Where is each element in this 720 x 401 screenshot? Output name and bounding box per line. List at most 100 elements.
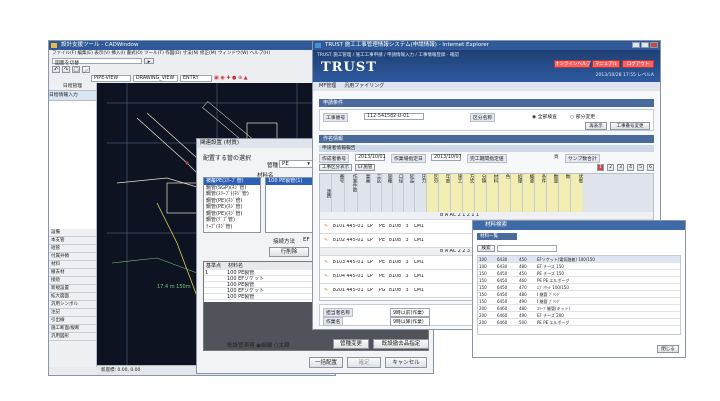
popup-row[interactable]: 150 6450 460 PE PE エルボーグ: [478, 277, 680, 284]
grid-col-header[interactable]: 状態: [571, 174, 583, 212]
popup-search-button[interactable]: 検索: [477, 244, 495, 252]
side-panel-header[interactable]: 日程情報入力: [49, 91, 96, 101]
grid-col-header[interactable]: 業番: [358, 174, 371, 212]
edit-pencil-icon[interactable]: ✎: [320, 274, 332, 279]
side-item[interactable]: 接続: [49, 277, 96, 285]
side-item[interactable]: 付属弁類: [49, 253, 96, 261]
side-item[interactable]: 引出線: [49, 317, 96, 325]
layer-select-left[interactable]: PIPE-VIEW: [91, 75, 131, 82]
grid-col-header[interactable]: 延長: [404, 174, 415, 212]
grid-col-header[interactable]: 圧力: [415, 174, 427, 212]
popup-row[interactable]: 150 6450 470 ｴﾌﾞｿｹｯﾄ 100/150: [478, 284, 680, 291]
grid-col-header[interactable]: 数量: [547, 174, 559, 212]
edit-pencil-icon[interactable]: ✎: [320, 288, 332, 293]
grid-col-header[interactable]: 概要: [523, 174, 535, 212]
pipe-type-select[interactable]: PE ▾: [279, 160, 313, 168]
cancel-button[interactable]: キャンセル: [385, 357, 427, 368]
radio-full-check[interactable]: ◉ 全部検査: [532, 113, 557, 120]
grid-col-header[interactable]: 口径: [393, 174, 404, 212]
popup-row[interactable]: 150 6450 450 PE チーズ 150: [478, 270, 680, 277]
bulk-place-button[interactable]: 一括配置: [309, 357, 343, 368]
manual-button[interactable]: マニュアル: [592, 60, 620, 68]
line-icon[interactable]: ／: [82, 66, 90, 75]
edit-pencil-icon[interactable]: ✎: [320, 224, 332, 229]
side-item[interactable]: 施工断面/縦断: [49, 325, 96, 333]
grid-col-header[interactable]: 材料: [487, 174, 499, 212]
redisplay-button[interactable]: 再表示: [585, 122, 607, 130]
popup-row[interactable]: 100 6430 450 EFソケット(電気融着) 100/150: [478, 256, 680, 263]
close-icon[interactable]: [650, 42, 658, 48]
pager-5[interactable]: 5: [637, 164, 644, 171]
radio-partial-check[interactable]: ○ 部分変更: [570, 113, 595, 120]
side-item[interactable]: 新規設置: [49, 285, 96, 293]
popup-row[interactable]: 200 6460 500 PE PE エルボーグ: [478, 319, 680, 326]
tool-icons[interactable]: ▣ ◉ ✚ ● ⊕ ▲: [214, 75, 248, 82]
row-delete-button[interactable]: 行削除: [269, 247, 309, 257]
grid-col-header[interactable]: 処理: [511, 174, 523, 212]
popup-row[interactable]: 150 6450 490 I 継管 ﾌﾞﾘﾝｸﾞ: [478, 298, 680, 305]
construction-change-button[interactable]: 工事番号変更: [610, 122, 650, 130]
date1-field[interactable]: 2013/10/01: [355, 154, 386, 161]
popup-close-button[interactable]: 閉じる: [657, 345, 679, 353]
pipe-change-button[interactable]: 管種変更: [333, 339, 369, 349]
popup-row[interactable]: 200 6460 490 EF チーズ 200: [478, 312, 680, 319]
grid-col-header[interactable]: 方式: [463, 174, 475, 212]
grid-col-header[interactable]: 分類: [475, 174, 487, 212]
layer-select-right[interactable]: DRAWING_VIEW: [133, 75, 178, 82]
date2-field[interactable]: 2013/10/07: [431, 154, 462, 161]
work-after-field[interactable]: 9時以降(作業): [390, 317, 430, 326]
side-item[interactable]: 設備: [49, 229, 96, 237]
filter-go-button[interactable]: ▸: [144, 58, 154, 65]
cad-title-bar[interactable]: 設計支援ツール - CADWindow: [49, 41, 335, 50]
grid-col-header[interactable]: 連携: [320, 174, 332, 212]
construction-no-field[interactable]: 112-541582-U-01: [364, 113, 424, 120]
existing-select-button[interactable]: 既設撤去品指定: [373, 339, 429, 349]
side-item[interactable]: 汎用シンボル: [49, 301, 96, 309]
popup-row[interactable]: 200 6460 480 ｽﾘｰﾌﾞ継管(キット): [478, 305, 680, 312]
undo-icon[interactable]: ↶: [52, 66, 60, 73]
popup-row[interactable]: 100 6430 480 EF チーズ 150: [478, 263, 680, 270]
size-item[interactable]: ﾃｰﾌﾟ(ﾈｼﾞ管): [204, 224, 260, 231]
side-item[interactable]: 注記: [49, 309, 96, 317]
cad-menu-bar[interactable]: ファイル(F) 編集(E) 表示(V) 挿入(I) 書式(O) ツール(T) 作…: [49, 50, 335, 57]
pager-4[interactable]: 4: [627, 164, 634, 171]
side-item[interactable]: 拡大図面: [49, 293, 96, 301]
maximize-icon[interactable]: [641, 42, 649, 48]
pager-2[interactable]: 2: [607, 164, 614, 171]
pager-3[interactable]: 3: [617, 164, 624, 171]
popup-title-bar[interactable]: 材料検索: [473, 221, 685, 230]
logout-button[interactable]: ログアウト: [622, 60, 654, 68]
popup-row[interactable]: 150 6450 480 I 継管 ﾌﾞﾘﾝｸﾞ: [478, 291, 680, 298]
grid-col-header[interactable]: 年度: [439, 174, 451, 212]
work-before-field[interactable]: 9時以前(作業): [390, 308, 430, 317]
side-panel-top[interactable]: 日程管理: [49, 83, 96, 91]
side-item[interactable]: 材料: [49, 261, 96, 269]
side-item[interactable]: 撤去材: [49, 269, 96, 277]
tab-ef[interactable]: EF施管: [355, 164, 376, 171]
filter-input[interactable]: 図面を切替: [52, 58, 142, 66]
confirm-button[interactable]: 確定: [347, 357, 381, 368]
grid-col-header[interactable]: 施工: [451, 174, 463, 212]
grid-col-header[interactable]: 工区: [371, 174, 382, 212]
nav-filing[interactable]: 汎用ファイリング: [344, 82, 384, 91]
select-icon[interactable]: □: [72, 66, 80, 73]
grid-col-header[interactable]: 数: [559, 174, 571, 212]
redo-icon[interactable]: ↷: [62, 66, 70, 73]
connect-value[interactable]: EF: [303, 237, 310, 243]
browser-title-bar[interactable]: TRUST 施工工事管理情報システム(申請情報) - Internet Expl…: [313, 41, 660, 50]
grid-col-header[interactable]: 管種: [382, 174, 393, 212]
popup-search-field[interactable]: [497, 244, 557, 252]
grid-col-header[interactable]: 作業件数: [345, 174, 358, 212]
online-help-button[interactable]: オンラインヘルプ: [554, 60, 591, 68]
pager-1[interactable]: 1: [597, 164, 604, 171]
material-item[interactable]: 100 PE製管(1): [266, 178, 316, 185]
tab-construction[interactable]: 工事区分表示: [319, 164, 352, 171]
pager-6[interactable]: 6: [647, 164, 654, 171]
minimize-icon[interactable]: [632, 42, 640, 48]
grid-col-header[interactable]: 区分: [427, 174, 439, 212]
edit-pencil-icon[interactable]: ✎: [320, 238, 332, 243]
grid-col-header[interactable]: 番号: [332, 174, 345, 212]
size-list[interactable]: 被覆PE(ｽﾘｰﾌﾞ管) 鋼管(SGP)(ﾈｼﾞ管) 鋼管(ｽﾘｰﾌﾞ)(ﾈｼﾞ…: [203, 177, 261, 233]
grid-col-header[interactable]: 条件: [535, 174, 547, 212]
side-item[interactable]: 汎用図形: [49, 333, 96, 341]
